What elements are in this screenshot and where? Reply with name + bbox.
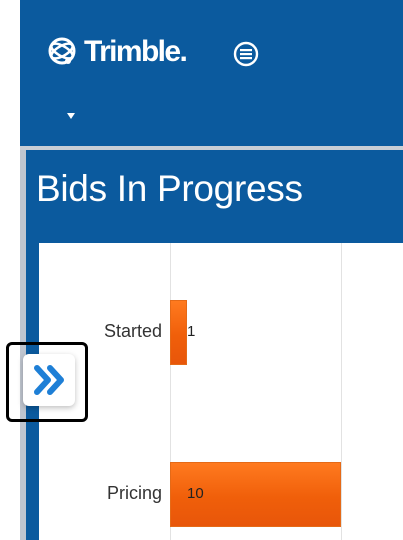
hamburger-menu-icon — [233, 41, 259, 67]
bids-chart: Started 1 Pricing 10 — [39, 243, 403, 540]
double-chevron-right-icon — [34, 365, 64, 395]
left-frame-edge — [0, 0, 20, 540]
hamburger-menu-button[interactable] — [233, 41, 259, 67]
expand-button-inner[interactable] — [23, 354, 75, 406]
panel-title: Bids In Progress — [36, 168, 303, 209]
app-header: Trimble. — [20, 0, 403, 150]
bar-value-label: 1 — [187, 323, 196, 340]
bar-value-label: 10 — [187, 485, 204, 502]
expand-sidebar-button[interactable] — [6, 342, 88, 422]
logo-text: Trimble. — [84, 35, 188, 68]
category-label: Started — [103, 321, 162, 341]
bar-pricing[interactable]: 10 — [170, 462, 341, 527]
caret-down-icon[interactable] — [64, 110, 78, 122]
chart-gridline — [341, 243, 342, 540]
bar-started[interactable]: 1 — [170, 300, 195, 365]
trimble-globe-icon — [48, 37, 76, 65]
trimble-logo[interactable]: Trimble. — [46, 34, 188, 70]
category-label: Pricing — [106, 483, 162, 503]
